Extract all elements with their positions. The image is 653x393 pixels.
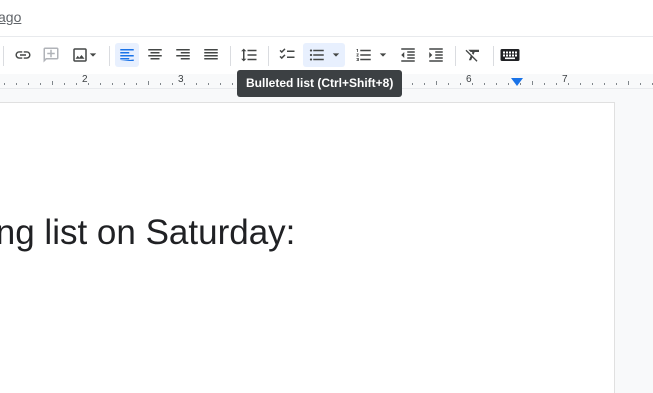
- ruler-tick: [604, 83, 605, 85]
- tooltip: Bulleted list (Ctrl+Shift+8): [237, 70, 403, 97]
- numbered-list-icon[interactable]: [351, 43, 391, 67]
- toolbar-divider: [230, 46, 231, 66]
- top-bar: ago: [0, 0, 653, 36]
- ruler-tick: [556, 83, 557, 85]
- ruler-tick: [112, 83, 113, 85]
- align-left-icon[interactable]: [115, 43, 139, 67]
- ruler-tick: [448, 83, 449, 85]
- increase-indent-icon[interactable]: [424, 43, 448, 67]
- ruler-tick: [88, 83, 89, 85]
- ruler-tick: [40, 83, 41, 85]
- toolbar-divider: [3, 46, 4, 66]
- ruler-tick: [196, 83, 197, 85]
- ruler-tick: [64, 83, 65, 85]
- align-right-icon[interactable]: [171, 43, 195, 67]
- ruler-tick: [424, 83, 425, 85]
- ruler-tick: [16, 83, 17, 85]
- right-indent-marker[interactable]: [511, 78, 523, 87]
- ruler-tick: [136, 83, 137, 85]
- ruler-tick: [532, 81, 533, 85]
- ruler-tick: [616, 83, 617, 85]
- ruler-tick: [412, 83, 413, 85]
- ruler-tick: [436, 81, 437, 85]
- ruler-tick: [184, 83, 185, 85]
- ruler-tick: [124, 83, 125, 85]
- ruler-label: 2: [82, 74, 88, 85]
- ruler-tick: [472, 83, 473, 85]
- toolbar-divider: [109, 46, 110, 66]
- clear-formatting-icon[interactable]: [461, 43, 485, 67]
- ruler-tick: [568, 83, 569, 85]
- ruler-label: 3: [178, 74, 184, 85]
- chevron-down-icon: [89, 53, 97, 57]
- document-page[interactable]: ing list on Saturday:: [0, 103, 614, 393]
- ruler-tick: [544, 83, 545, 85]
- chevron-down-icon: [379, 53, 387, 57]
- ruler-tick: [220, 83, 221, 85]
- add-comment-icon[interactable]: [39, 43, 63, 67]
- ruler-tick: [628, 81, 629, 85]
- decrease-indent-icon[interactable]: [396, 43, 420, 67]
- ruler-label: 7: [562, 74, 568, 85]
- ruler-tick: [28, 83, 29, 85]
- ruler-tick: [148, 81, 149, 85]
- checklist-icon[interactable]: [275, 43, 299, 67]
- ruler-tick: [592, 83, 593, 85]
- ruler-tick: [208, 83, 209, 85]
- document-canvas: ing list on Saturday:: [0, 89, 653, 393]
- keyboard-icon[interactable]: [498, 43, 522, 67]
- ruler-tick: [640, 83, 641, 85]
- toolbar-divider: [455, 46, 456, 66]
- ruler-tick: [160, 83, 161, 85]
- ruler-tick: [508, 83, 509, 85]
- insert-image-icon[interactable]: [67, 43, 101, 67]
- ruler-label: 6: [466, 74, 472, 85]
- toolbar-divider: [268, 46, 269, 66]
- ruler-tick: [52, 81, 53, 85]
- align-justify-icon[interactable]: [199, 43, 223, 67]
- ruler-tick: [580, 83, 581, 85]
- ruler-tick: [496, 83, 497, 85]
- ruler-tick: [232, 83, 233, 85]
- ruler-tick: [460, 83, 461, 85]
- bulleted-list-icon[interactable]: [303, 43, 345, 67]
- ruler-tick: [4, 83, 5, 85]
- ruler-tick: [100, 83, 101, 85]
- line-spacing-icon[interactable]: [237, 43, 261, 67]
- toolbar-divider: [493, 46, 494, 66]
- ruler-tick: [76, 83, 77, 85]
- last-edit-link[interactable]: ago: [0, 9, 21, 25]
- align-center-icon[interactable]: [143, 43, 167, 67]
- document-text[interactable]: ing list on Saturday:: [0, 213, 295, 253]
- ruler-tick: [484, 83, 485, 85]
- chevron-down-icon: [332, 53, 340, 57]
- link-icon[interactable]: [11, 43, 35, 67]
- ruler-tick: [172, 83, 173, 85]
